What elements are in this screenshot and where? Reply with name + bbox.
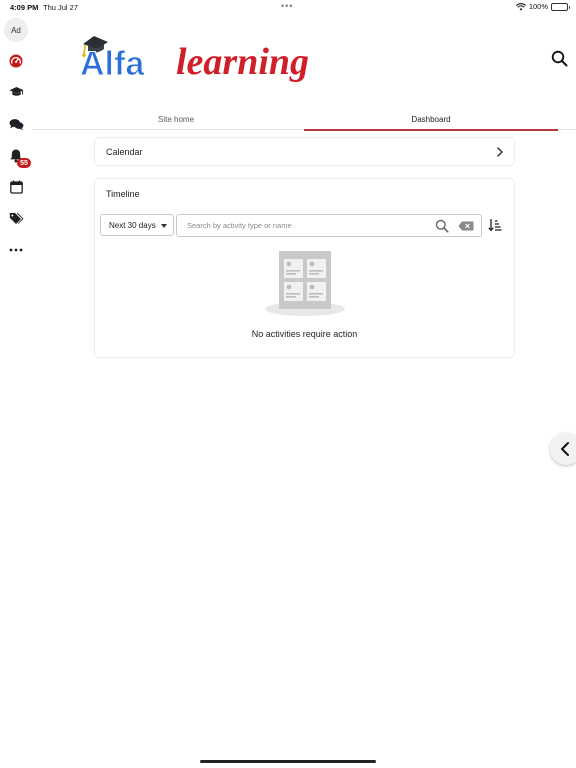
timeline-card: Timeline Next 30 days Search by activity… <box>94 178 515 358</box>
timeline-card-title: Timeline <box>106 189 140 199</box>
calendar-card[interactable]: Calendar <box>94 137 515 166</box>
chevron-left-icon <box>561 442 569 456</box>
calendar-card-title: Calendar <box>106 147 143 157</box>
user-avatar[interactable]: Ad <box>4 18 28 42</box>
search-icon[interactable] <box>435 219 449 233</box>
chevron-right-icon <box>497 147 503 157</box>
messages-icon[interactable] <box>6 114 26 134</box>
timeline-empty-message: No activities require action <box>251 329 358 339</box>
timeline-range-select[interactable]: Next 30 days <box>100 214 174 236</box>
main-tabs: Site home Dashboard <box>32 108 576 131</box>
logo-text-alfa: Alfa <box>80 45 145 83</box>
timeline-search-input[interactable] <box>177 215 427 236</box>
dashboard-gauge-icon[interactable] <box>6 51 26 71</box>
empty-activities-illustration-icon <box>263 249 347 319</box>
left-navigation-rail: Ad 55 <box>0 14 32 768</box>
calendar-icon[interactable] <box>6 177 26 197</box>
graduation-cap-icon[interactable] <box>6 82 26 102</box>
logo-text-learning: learning <box>176 41 309 83</box>
caret-down-icon <box>161 224 167 228</box>
tab-site-home[interactable]: Site home <box>52 108 300 130</box>
timeline-sort-button[interactable] <box>488 217 502 233</box>
more-icon[interactable] <box>6 240 26 260</box>
status-date: Thu Jul 27 <box>43 3 79 12</box>
header-search-button[interactable] <box>550 49 570 69</box>
timeline-search-box <box>176 214 482 237</box>
status-time: 4:09 PM <box>10 3 39 12</box>
battery-icon <box>551 2 570 11</box>
tags-icon[interactable] <box>6 208 26 228</box>
search-icon <box>551 50 568 67</box>
block-drawer-toggle-button[interactable] <box>550 433 576 465</box>
tab-dashboard[interactable]: Dashboard <box>304 108 558 131</box>
status-right: 100% <box>515 2 570 11</box>
battery-percent: 100% <box>528 2 548 11</box>
clear-input-icon[interactable] <box>458 221 474 231</box>
status-bar: 4:09 PM Thu Jul 27 ••• 100% <box>0 0 576 14</box>
timeline-range-value: Next 30 days <box>109 220 156 230</box>
notifications-badge: 55 <box>17 158 31 168</box>
sort-descending-icon <box>488 219 502 232</box>
site-logo[interactable]: Alfa learning <box>78 30 348 86</box>
wifi-icon <box>515 2 526 10</box>
home-indicator[interactable] <box>200 760 376 763</box>
multitasking-dots-icon[interactable]: ••• <box>281 1 293 11</box>
